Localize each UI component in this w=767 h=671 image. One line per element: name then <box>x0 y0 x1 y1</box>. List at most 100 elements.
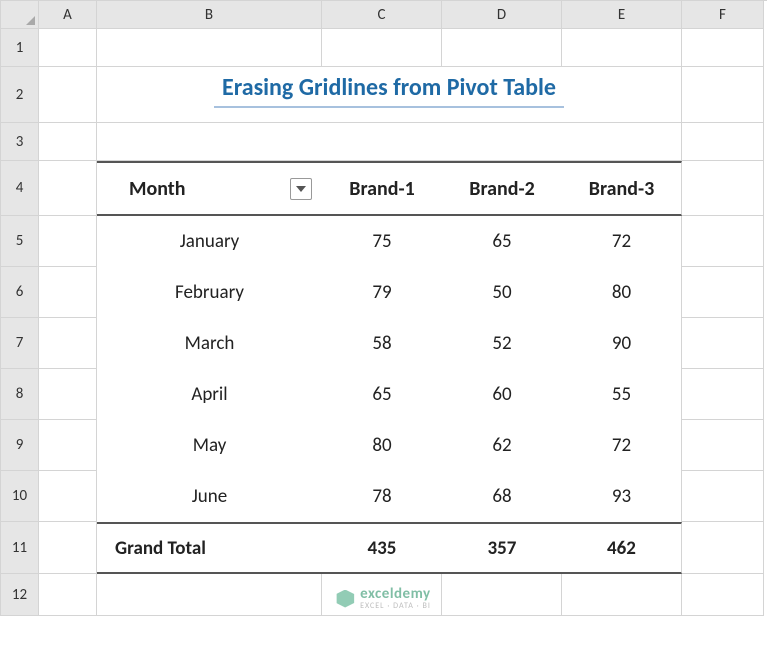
row-header-3[interactable]: 3 <box>1 123 39 161</box>
pivot-value-cell[interactable]: 62 <box>442 420 562 471</box>
cell[interactable] <box>322 574 442 616</box>
pivot-value-cell[interactable]: 93 <box>562 471 682 522</box>
cell[interactable] <box>682 471 764 522</box>
cell[interactable] <box>682 574 764 616</box>
pivot-col-header[interactable]: Brand-2 <box>442 161 562 216</box>
pivot-value-cell[interactable]: 80 <box>322 420 442 471</box>
cell[interactable] <box>39 29 97 67</box>
cell[interactable] <box>39 369 97 420</box>
pivot-value-cell[interactable]: 58 <box>322 318 442 369</box>
cell[interactable] <box>442 29 562 67</box>
row-header-8[interactable]: 8 <box>1 369 39 420</box>
title-cell[interactable]: Erasing Gridlines from Pivot Table <box>97 67 682 123</box>
cell[interactable] <box>97 574 322 616</box>
col-header-E[interactable]: E <box>562 1 682 29</box>
pivot-value-cell[interactable]: 60 <box>442 369 562 420</box>
row-header-7[interactable]: 7 <box>1 318 39 369</box>
cell[interactable] <box>682 67 764 123</box>
pivot-value-cell[interactable]: 65 <box>322 369 442 420</box>
row-header-11[interactable]: 11 <box>1 522 39 574</box>
cell[interactable] <box>682 318 764 369</box>
cell[interactable] <box>39 522 97 574</box>
pivot-value-cell[interactable]: 90 <box>562 318 682 369</box>
cell-value: 55 <box>612 383 631 406</box>
cell[interactable] <box>39 123 97 161</box>
cell[interactable] <box>682 420 764 471</box>
cell[interactable] <box>322 29 442 67</box>
cell[interactable] <box>682 123 764 161</box>
pivot-month-cell[interactable]: June <box>97 471 322 522</box>
pivot-value-cell[interactable]: 55 <box>562 369 682 420</box>
row-header-12[interactable]: 12 <box>1 574 39 616</box>
cell[interactable] <box>442 574 562 616</box>
row-header-5[interactable]: 5 <box>1 216 39 267</box>
col-header-C[interactable]: C <box>322 1 442 29</box>
cell[interactable] <box>682 161 764 216</box>
pivot-value-cell[interactable]: 72 <box>562 420 682 471</box>
cell[interactable] <box>39 216 97 267</box>
pivot-value-cell[interactable]: 50 <box>442 267 562 318</box>
filter-dropdown-button[interactable] <box>290 178 312 200</box>
cell[interactable] <box>682 216 764 267</box>
row-header-2[interactable]: 2 <box>1 67 39 123</box>
cell-value: 78 <box>372 485 391 508</box>
row-header-4[interactable]: 4 <box>1 161 39 216</box>
cell-value: 75 <box>372 230 391 253</box>
cell[interactable] <box>97 29 322 67</box>
cell[interactable] <box>682 522 764 574</box>
pivot-value-cell[interactable]: 78 <box>322 471 442 522</box>
cell-value: February <box>175 281 244 304</box>
cell[interactable] <box>562 574 682 616</box>
cell[interactable] <box>39 574 97 616</box>
cell[interactable] <box>39 161 97 216</box>
pivot-col-header[interactable]: Brand-3 <box>562 161 682 216</box>
pivot-month-cell[interactable]: April <box>97 369 322 420</box>
cell[interactable] <box>97 123 682 161</box>
col-header-A[interactable]: A <box>39 1 97 29</box>
pivot-value-cell[interactable]: 72 <box>562 216 682 267</box>
pivot-value-cell[interactable]: 75 <box>322 216 442 267</box>
row-header-10[interactable]: 10 <box>1 471 39 522</box>
pivot-row-label: Month <box>129 177 185 201</box>
pivot-value-cell[interactable]: 68 <box>442 471 562 522</box>
col-header-B[interactable]: B <box>97 1 322 29</box>
row-header-1[interactable]: 1 <box>1 29 39 67</box>
cell[interactable] <box>682 267 764 318</box>
cell[interactable] <box>39 67 97 123</box>
cell[interactable] <box>682 369 764 420</box>
cell[interactable] <box>39 318 97 369</box>
pivot-value-cell[interactable]: 79 <box>322 267 442 318</box>
pivot-value-cell[interactable]: 52 <box>442 318 562 369</box>
pivot-month-cell[interactable]: January <box>97 216 322 267</box>
cell-value: 435 <box>368 537 397 560</box>
cell-value: 65 <box>372 383 391 406</box>
row-header-6[interactable]: 6 <box>1 267 39 318</box>
cell-value: Grand Total <box>115 537 206 560</box>
cell[interactable] <box>39 471 97 522</box>
pivot-grand-total-cell[interactable]: 357 <box>442 522 562 574</box>
col-header-F[interactable]: F <box>682 1 764 29</box>
pivot-month-cell[interactable]: March <box>97 318 322 369</box>
pivot-month-cell[interactable]: February <box>97 267 322 318</box>
pivot-value-cell[interactable]: 65 <box>442 216 562 267</box>
cell[interactable] <box>39 267 97 318</box>
cell-value: 357 <box>488 537 517 560</box>
cell-value: 65 <box>492 230 511 253</box>
pivot-month-cell[interactable]: May <box>97 420 322 471</box>
cell-value: 80 <box>372 434 391 457</box>
pivot-row-header[interactable]: Month <box>97 161 322 216</box>
pivot-col-header[interactable]: Brand-1 <box>322 161 442 216</box>
cell[interactable] <box>562 29 682 67</box>
pivot-grand-total-label[interactable]: Grand Total <box>97 522 322 574</box>
select-all-corner[interactable] <box>1 1 39 29</box>
cell-value: April <box>191 383 227 406</box>
cell-value: 79 <box>372 281 391 304</box>
cell[interactable] <box>682 29 764 67</box>
pivot-grand-total-cell[interactable]: 435 <box>322 522 442 574</box>
pivot-value-cell[interactable]: 80 <box>562 267 682 318</box>
pivot-grand-total-cell[interactable]: 462 <box>562 522 682 574</box>
cell[interactable] <box>39 420 97 471</box>
col-header-D[interactable]: D <box>442 1 562 29</box>
row-header-9[interactable]: 9 <box>1 420 39 471</box>
pivot-col-label: Brand-2 <box>469 177 534 201</box>
